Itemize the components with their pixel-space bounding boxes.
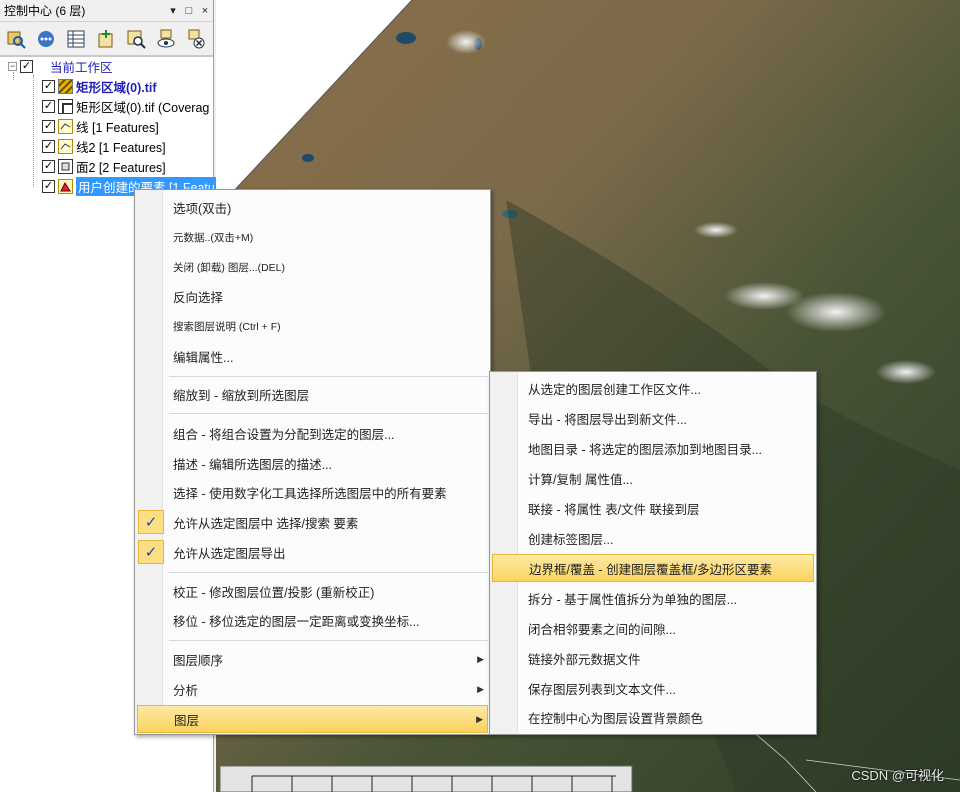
feature-layer-icon [58, 179, 73, 194]
menu-separator [169, 572, 488, 573]
show-layers-icon[interactable] [154, 27, 178, 51]
menu-item-layer-order[interactable]: 图层顺序 ▶ [137, 645, 488, 673]
layer-checkbox[interactable]: ✓ [42, 180, 55, 193]
submenu-item-calc-copy-attributes[interactable]: 计算/复制 属性值... [492, 464, 814, 492]
submenu-item-bounding-box[interactable]: 边界框/覆盖 - 创建图层覆盖框/多边形区要素 [492, 554, 814, 582]
menu-item-describe[interactable]: 描述 - 编辑所选图层的描述... [137, 449, 488, 477]
layer-submenu: 从选定的图层创建工作区文件... 导出 - 将图层导出到新文件... 地图目录 … [489, 371, 817, 735]
layer-zoom-icon[interactable] [124, 27, 148, 51]
layer-search-icon[interactable] [4, 27, 28, 51]
panel-close-button[interactable]: × [197, 5, 213, 17]
menu-item-invert-selection[interactable]: 反向选择 [137, 282, 488, 310]
line-layer-icon [58, 119, 73, 134]
line-layer-icon [58, 139, 73, 154]
workspace-checkbox[interactable]: ✓ [20, 60, 33, 73]
layer-row[interactable]: ✓ 线 [1 Features] [42, 117, 159, 136]
tree-root-workspace[interactable]: − ✓ 当前工作区 [8, 57, 113, 76]
submenu-arrow-icon: ▶ [477, 683, 484, 694]
submenu-item-link-metadata[interactable]: 链接外部元数据文件 [492, 644, 814, 672]
watermark: CSDN @可视化 [851, 768, 944, 783]
menu-item-allow-select-search[interactable]: 允许从选定图层中 选择/搜索 要素 [137, 508, 488, 536]
layer-label: 面2 [2 Features] [76, 161, 166, 175]
submenu-item-create-label-layer[interactable]: 创建标签图层... [492, 524, 814, 552]
layer-row[interactable]: ✓ 线2 [1 Features] [42, 137, 166, 156]
menu-separator [169, 640, 488, 641]
coverage-icon [58, 99, 73, 114]
panel-dropdown-button[interactable]: ▾ [165, 4, 181, 17]
menu-item-analysis[interactable]: 分析 ▶ [137, 675, 488, 703]
layer-context-menu: 选项(双击) 元数据..(双击+M) 关闭 (卸载) 图层...(DEL) 反向… [134, 189, 491, 735]
submenu-item-map-catalog[interactable]: 地图目录 - 将选定的图层添加到地图目录... [492, 434, 814, 462]
menu-item-allow-export[interactable]: 允许从选定图层导出 [137, 538, 488, 566]
layer-label: 线 [1 Features] [76, 121, 159, 135]
menu-item-edit-attributes[interactable]: 编辑属性... [137, 342, 488, 370]
menu-separator [169, 376, 488, 377]
submenu-arrow-icon: ▶ [477, 653, 484, 664]
panel-title: 控制中心 (6 层) [4, 4, 86, 18]
layer-row[interactable]: ✓ 矩形区域(0).tif (Coverag [42, 97, 209, 116]
menu-item-zoom-to[interactable]: 缩放到 - 缩放到所选图层 [137, 380, 488, 408]
panel-title-bar: 控制中心 (6 层) ▾ □ × [0, 0, 213, 22]
menu-item-select-all-features[interactable]: 选择 - 使用数字化工具选择所选图层中的所有要素 [137, 478, 488, 506]
add-layer-icon[interactable] [94, 27, 118, 51]
layer-checkbox[interactable]: ✓ [42, 100, 55, 113]
submenu-item-background-color[interactable]: 在控制中心为图层设置背景颜色 [492, 703, 814, 731]
submenu-item-save-layer-list[interactable]: 保存图层列表到文本文件... [492, 674, 814, 702]
layer-row[interactable]: ✓ 矩形区域(0).tif [42, 77, 157, 96]
panel-toolbar [0, 22, 213, 56]
raster-icon [58, 79, 73, 94]
menu-item-options[interactable]: 选项(双击) [137, 193, 488, 221]
menu-item-shift[interactable]: 移位 - 移位选定的图层一定距离或变换坐标... [137, 606, 488, 634]
submenu-item-create-workspace[interactable]: 从选定的图层创建工作区文件... [492, 374, 814, 402]
layer-checkbox[interactable]: ✓ [42, 160, 55, 173]
submenu-item-export[interactable]: 导出 - 将图层导出到新文件... [492, 404, 814, 432]
panel-maximize-button[interactable]: □ [181, 5, 197, 17]
options-icon[interactable] [34, 27, 58, 51]
menu-item-close-layer[interactable]: 关闭 (卸载) 图层...(DEL) [137, 253, 488, 281]
layer-label: 矩形区域(0).tif (Coverag [76, 101, 210, 115]
attribute-table-icon[interactable] [64, 27, 88, 51]
menu-item-rectify[interactable]: 校正 - 修改图层位置/投影 (重新校正) [137, 577, 488, 605]
close-layers-icon[interactable] [184, 27, 208, 51]
layer-label: 矩形区域(0).tif [76, 81, 157, 95]
workspace-label: 当前工作区 [50, 61, 113, 75]
submenu-item-split[interactable]: 拆分 - 基于属性值拆分为单独的图层... [492, 584, 814, 612]
menu-item-layer[interactable]: 图层 ▶ [137, 705, 488, 733]
submenu-item-close-gaps[interactable]: 闭合相邻要素之间的间隙... [492, 614, 814, 642]
submenu-item-join[interactable]: 联接 - 将属性 表/文件 联接到层 [492, 494, 814, 522]
layer-checkbox[interactable]: ✓ [42, 140, 55, 153]
collapse-toggle[interactable]: − [8, 62, 17, 71]
layer-row[interactable]: ✓ 面2 [2 Features] [42, 157, 166, 176]
menu-item-group[interactable]: 组合 - 将组合设置为分配到选定的图层... [137, 419, 488, 447]
polygon-layer-icon [58, 159, 73, 174]
layer-checkbox[interactable]: ✓ [42, 120, 55, 133]
menu-separator [169, 413, 488, 414]
menu-item-metadata[interactable]: 元数据..(双击+M) [137, 223, 488, 251]
menu-item-search-description[interactable]: 搜索图层说明 (Ctrl + F) [137, 312, 488, 340]
layer-checkbox[interactable]: ✓ [42, 80, 55, 93]
layer-label: 线2 [1 Features] [76, 141, 166, 155]
submenu-arrow-icon: ▶ [476, 713, 483, 724]
